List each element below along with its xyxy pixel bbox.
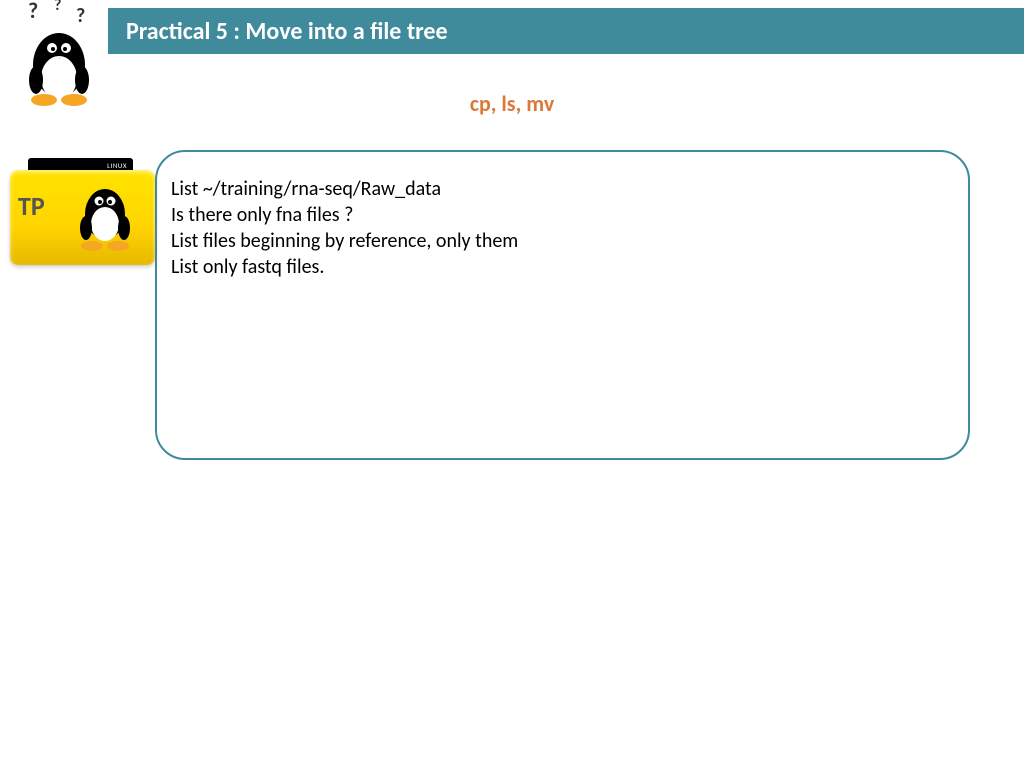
title-bar: Practical 5 : Move into a file tree — [108, 8, 1024, 54]
svg-text:?: ? — [76, 4, 85, 28]
folder-tab-label: LINUX — [107, 161, 127, 170]
instruction-line: List files beginning by reference, only … — [171, 228, 948, 254]
subtitle-commands: cp, ls, mv — [0, 90, 1024, 117]
page-title: Practical 5 : Move into a file tree — [126, 17, 448, 46]
instruction-line: Is there only fna files ? — [171, 202, 948, 228]
instructions-box: List ~/training/rna-seq/Raw_data Is ther… — [155, 150, 970, 460]
svg-text:?: ? — [54, 0, 61, 15]
svg-text:?: ? — [28, 0, 38, 24]
instruction-line: List ~/training/rna-seq/Raw_data — [171, 176, 948, 202]
tp-folder-icon: LINUX TP — [10, 158, 155, 268]
instruction-line: List only fastq files. — [171, 254, 948, 280]
tp-label: TP — [18, 190, 45, 222]
